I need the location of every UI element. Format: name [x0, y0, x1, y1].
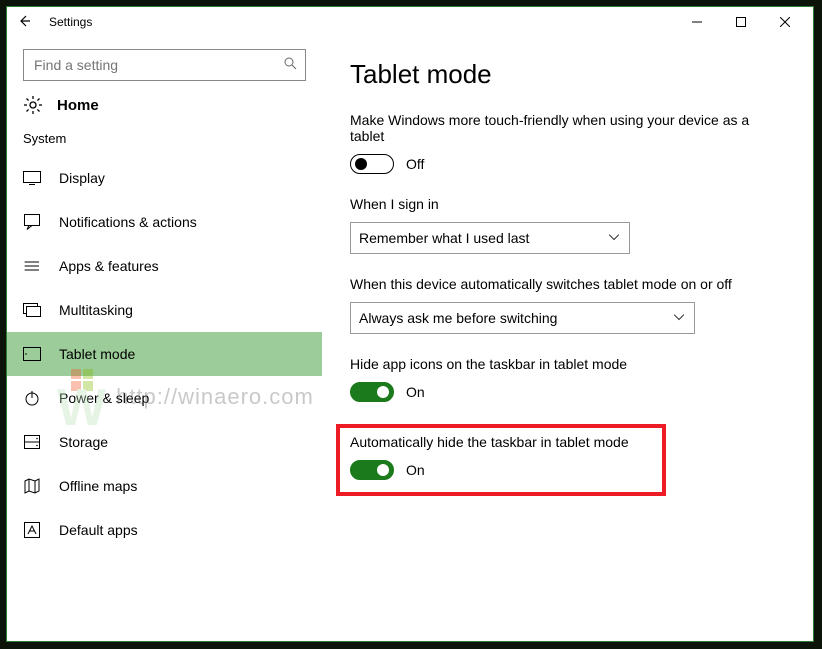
nav-apps[interactable]: Apps & features — [7, 244, 322, 288]
setting-touch-friendly: Make Windows more touch-friendly when us… — [350, 112, 785, 174]
nav-label: Default apps — [59, 522, 138, 538]
default-apps-icon — [23, 522, 41, 538]
highlighted-setting: Automatically hide the taskbar in tablet… — [336, 424, 666, 496]
nav-multitasking[interactable]: Multitasking — [7, 288, 322, 332]
nav-label: Offline maps — [59, 478, 137, 494]
close-button[interactable] — [763, 8, 807, 36]
home-label: Home — [57, 97, 99, 114]
multitasking-icon — [23, 303, 41, 317]
select-switch-mode[interactable]: Always ask me before switching — [350, 302, 695, 334]
setting-label: Make Windows more touch-friendly when us… — [350, 112, 770, 144]
nav-storage[interactable]: Storage — [7, 420, 322, 464]
nav-label: Tablet mode — [59, 346, 135, 362]
window-title: Settings — [49, 15, 92, 29]
content-area: Tablet mode Make Windows more touch-frie… — [322, 37, 813, 641]
setting-label: Automatically hide the taskbar in tablet… — [350, 434, 652, 450]
sidebar: Home System Display Notifications & acti… — [7, 37, 322, 641]
toggle-hide-icons[interactable] — [350, 382, 394, 402]
nav-label: Apps & features — [59, 258, 159, 274]
nav-label: Display — [59, 170, 105, 186]
select-value: Always ask me before switching — [359, 310, 557, 326]
nav-default-apps[interactable]: Default apps — [7, 508, 322, 552]
setting-auto-hide-taskbar: Automatically hide the taskbar in tablet… — [350, 434, 652, 480]
search-input[interactable] — [24, 50, 305, 80]
nav-label: Notifications & actions — [59, 214, 197, 230]
select-value: Remember what I used last — [359, 230, 529, 246]
toggle-state: Off — [406, 156, 424, 172]
maps-icon — [23, 478, 41, 494]
toggle-state: On — [406, 462, 425, 478]
nav-offline-maps[interactable]: Offline maps — [7, 464, 322, 508]
back-button[interactable] — [13, 14, 35, 31]
nav-label: Power & sleep — [59, 390, 149, 406]
section-label: System — [7, 131, 322, 156]
setting-label: When this device automatically switches … — [350, 276, 770, 292]
setting-hide-icons: Hide app icons on the taskbar in tablet … — [350, 356, 785, 402]
search-icon — [284, 57, 297, 73]
power-icon — [23, 390, 41, 406]
display-icon — [23, 171, 41, 185]
nav-label: Storage — [59, 434, 108, 450]
setting-label: When I sign in — [350, 196, 770, 212]
toggle-state: On — [406, 384, 425, 400]
apps-icon — [23, 258, 41, 274]
gear-icon — [23, 95, 43, 115]
minimize-button[interactable] — [675, 8, 719, 36]
maximize-button[interactable] — [719, 8, 763, 36]
settings-window: Settings — [6, 6, 814, 642]
nav-list: Display Notifications & actions Apps & f… — [7, 156, 322, 552]
notifications-icon — [23, 214, 41, 230]
home-link[interactable]: Home — [7, 95, 322, 131]
tablet-icon — [23, 347, 41, 361]
setting-label: Hide app icons on the taskbar in tablet … — [350, 356, 770, 372]
search-box[interactable] — [23, 49, 306, 81]
back-arrow-icon — [17, 14, 31, 28]
titlebar: Settings — [7, 7, 813, 37]
nav-tablet-mode[interactable]: Tablet mode — [7, 332, 322, 376]
select-signin[interactable]: Remember what I used last — [350, 222, 630, 254]
chevron-down-icon — [609, 233, 619, 244]
nav-label: Multitasking — [59, 302, 133, 318]
setting-signin: When I sign in Remember what I used last — [350, 196, 785, 254]
toggle-touch-friendly[interactable] — [350, 154, 394, 174]
minimize-icon — [692, 17, 702, 27]
nav-power[interactable]: Power & sleep — [7, 376, 322, 420]
maximize-icon — [736, 17, 746, 27]
nav-notifications[interactable]: Notifications & actions — [7, 200, 322, 244]
toggle-auto-hide-taskbar[interactable] — [350, 460, 394, 480]
setting-switch-mode: When this device automatically switches … — [350, 276, 785, 334]
storage-icon — [23, 435, 41, 449]
chevron-down-icon — [674, 313, 684, 324]
close-icon — [780, 17, 790, 27]
page-title: Tablet mode — [350, 59, 785, 90]
body: Home System Display Notifications & acti… — [7, 37, 813, 641]
nav-display[interactable]: Display — [7, 156, 322, 200]
